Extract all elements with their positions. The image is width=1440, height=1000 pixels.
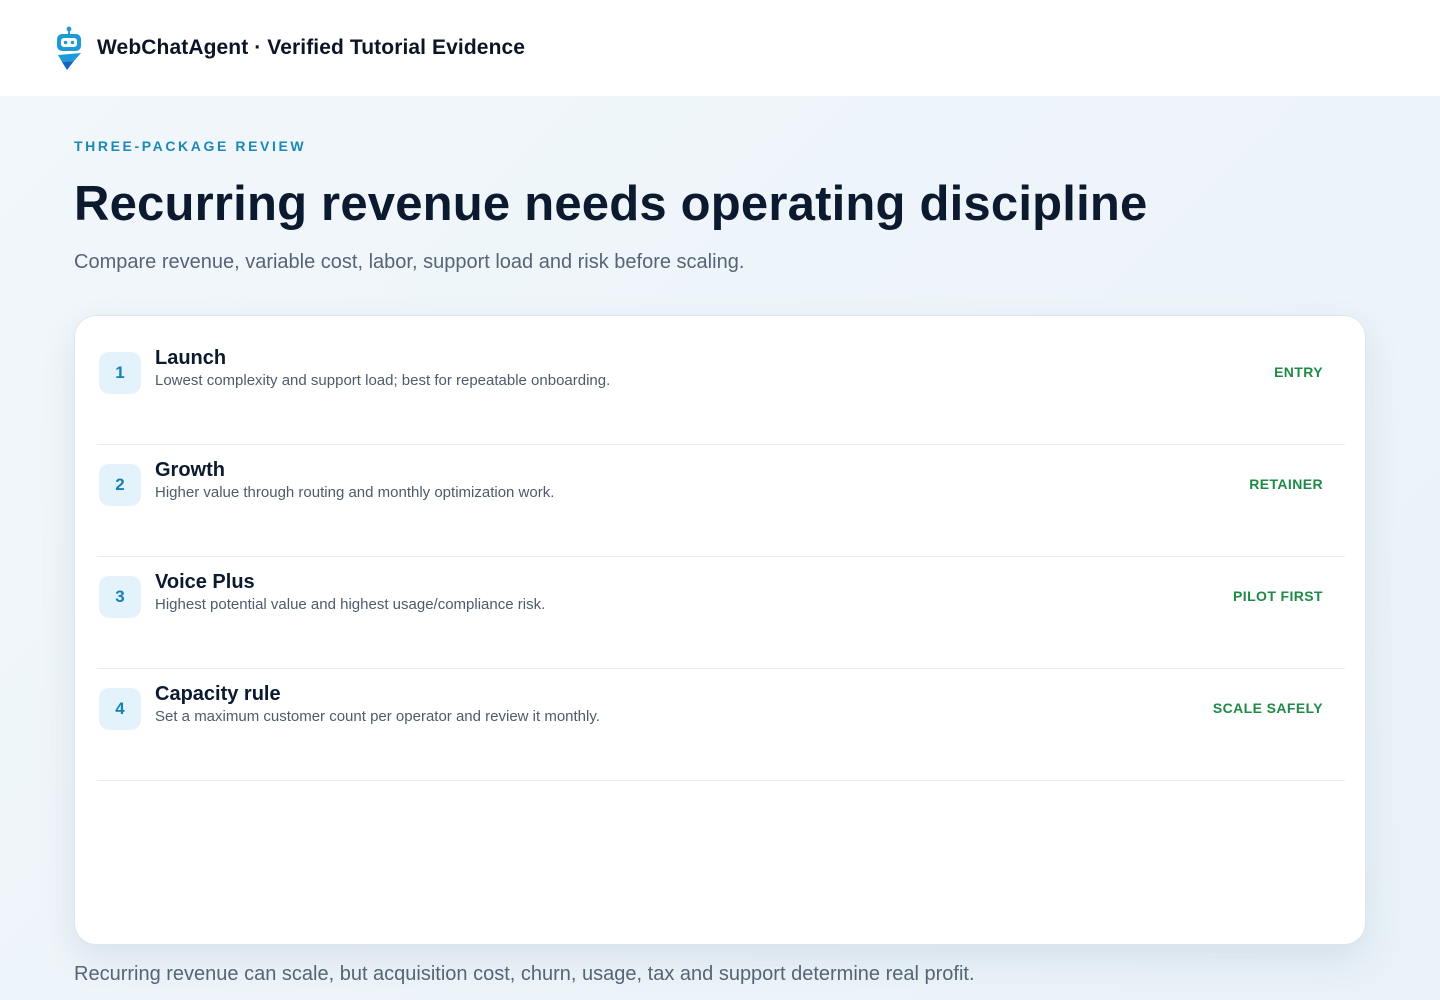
package-list: 1 Launch Lowest complexity and support l… (97, 333, 1345, 781)
list-item: 2 Growth Higher value through routing an… (97, 445, 1345, 557)
package-description: Set a maximum customer count per operato… (155, 708, 600, 725)
status-badge: ENTRY (1274, 364, 1323, 380)
step-number-badge: 4 (99, 688, 141, 730)
section-eyebrow: THREE-PACKAGE REVIEW (74, 138, 307, 154)
page-title: Recurring revenue needs operating discip… (74, 177, 1148, 231)
package-title: Growth (155, 459, 225, 481)
package-description: Highest potential value and highest usag… (155, 596, 546, 613)
package-title: Capacity rule (155, 683, 281, 705)
package-description: Lowest complexity and support load; best… (155, 372, 611, 389)
status-badge: RETAINER (1249, 476, 1323, 492)
page-subtitle: Compare revenue, variable cost, labor, s… (74, 251, 745, 273)
package-title: Launch (155, 347, 227, 369)
app-title: WebChatAgent · Verified Tutorial Evidenc… (97, 36, 526, 59)
step-number-badge: 2 (99, 464, 141, 506)
status-badge: SCALE SAFELY (1212, 700, 1323, 716)
status-badge: PILOT FIRST (1233, 588, 1323, 604)
top-bar: WebChatAgent · Verified Tutorial Evidenc… (0, 0, 1440, 96)
list-item: 3 Voice Plus Highest potential value and… (97, 557, 1345, 669)
footer-note: Recurring revenue can scale, but acquisi… (74, 963, 975, 985)
robot-icon (54, 25, 84, 71)
step-number-badge: 1 (99, 352, 141, 394)
package-description: Higher value through routing and monthly… (155, 484, 555, 501)
package-card: 1 Launch Lowest complexity and support l… (74, 315, 1366, 945)
list-item: 1 Launch Lowest complexity and support l… (97, 333, 1345, 445)
step-number-badge: 3 (99, 576, 141, 618)
list-item: 4 Capacity rule Set a maximum customer c… (97, 669, 1345, 781)
package-title: Voice Plus (155, 571, 255, 593)
